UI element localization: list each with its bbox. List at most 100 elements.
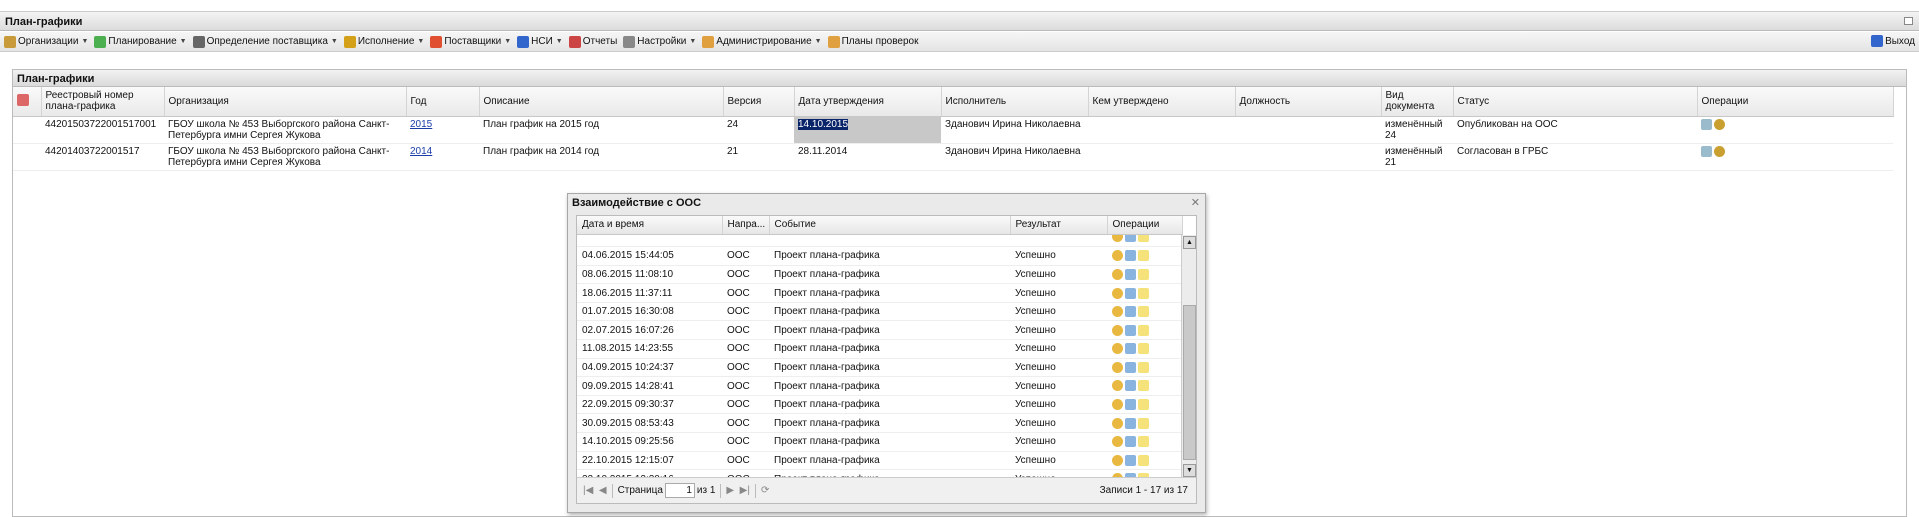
emblem-icon[interactable] <box>1714 145 1725 157</box>
package-icon[interactable] <box>1112 343 1123 355</box>
list-item[interactable]: 01.07.2015 16:30:08 ООС Проект плана-графи… <box>577 302 1182 322</box>
package-icon[interactable] <box>1112 287 1123 299</box>
notes-icon[interactable] <box>1138 436 1149 448</box>
notes-icon[interactable] <box>1138 454 1149 466</box>
package-icon[interactable] <box>1112 399 1123 411</box>
list-item[interactable]: 04.09.2015 10:24:37 ООС Проект плана-графи… <box>577 358 1182 378</box>
notes-icon[interactable] <box>1138 343 1149 355</box>
edit-document-icon[interactable] <box>1701 118 1712 130</box>
minimize-icon[interactable] <box>1904 17 1913 25</box>
edit-document-icon[interactable] <box>1125 417 1136 429</box>
menu-0[interactable]: Организации ▼ <box>4 35 88 48</box>
package-icon[interactable] <box>1112 454 1123 466</box>
menu-2[interactable]: Определение поставщика ▼ <box>192 35 338 48</box>
column-header[interactable]: Версия <box>723 87 795 117</box>
notes-icon[interactable] <box>1138 380 1149 392</box>
cell-date[interactable]: 14.10.2015 <box>798 118 849 130</box>
edit-document-icon[interactable] <box>1125 268 1136 280</box>
menu-5[interactable]: НСИ ▼ <box>517 35 563 48</box>
emblem-icon[interactable] <box>1714 118 1725 130</box>
package-icon[interactable] <box>1112 324 1123 336</box>
list-item[interactable]: 09.09.2015 14:28:41 ООС Проект плана-графи… <box>577 376 1182 396</box>
scroll-thumb[interactable] <box>1183 305 1196 460</box>
edit-document-icon[interactable] <box>1125 324 1136 336</box>
menu-1[interactable]: Планирование ▼ <box>94 35 187 48</box>
dialog-column-header[interactable]: Операции <box>1107 216 1183 235</box>
column-header[interactable]: Операции <box>1697 87 1894 117</box>
edit-document-icon[interactable] <box>1125 361 1136 373</box>
edit-document-icon[interactable] <box>1125 343 1136 355</box>
package-icon[interactable] <box>1112 306 1123 318</box>
notes-icon[interactable] <box>1138 361 1149 373</box>
menu-3[interactable]: Исполнение ▼ <box>343 35 424 48</box>
first-page-button[interactable]: |◀ <box>583 485 593 496</box>
column-header[interactable]: Статус <box>1453 87 1698 117</box>
column-header[interactable]: Исполнитель <box>941 87 1089 117</box>
table-row[interactable]: 44201403722001517 ГБОУ школа № 453 Выборг… <box>13 143 1893 171</box>
dialog-column-header[interactable]: Событие <box>769 216 1011 235</box>
last-page-button[interactable]: ▶| <box>740 485 750 496</box>
menu-4[interactable]: Поставщики ▼ <box>430 35 511 48</box>
close-icon[interactable]: ✕ <box>1191 196 1200 209</box>
notes-icon[interactable] <box>1138 417 1149 429</box>
dialog-column-header[interactable]: Напра... <box>722 216 770 235</box>
list-item[interactable]: 22.10.2015 12:15:07 ООС Проект плана-графи… <box>577 451 1182 471</box>
page-input[interactable] <box>664 483 695 498</box>
menu-7[interactable]: Настройки ▼ <box>623 35 696 48</box>
column-header[interactable]: Организация <box>164 87 407 117</box>
dialog-column-header[interactable]: Результат <box>1010 216 1108 235</box>
package-icon[interactable] <box>1112 436 1123 448</box>
list-item[interactable]: 30.09.2015 08:53:43 ООС Проект плана-графи… <box>577 413 1182 434</box>
list-item[interactable]: 11.08.2015 14:23:55 ООС Проект плана-графи… <box>577 339 1182 359</box>
refresh-icon[interactable]: ⟳ <box>761 485 769 496</box>
list-item[interactable]: 04.06.2015 15:44:05 ООС Проект плана-графи… <box>577 246 1182 266</box>
column-header[interactable]: Дата утверждения <box>794 87 942 117</box>
year-link[interactable]: 2015 <box>410 119 432 130</box>
package-icon[interactable] <box>1112 250 1123 262</box>
edit-document-icon[interactable] <box>1125 454 1136 466</box>
list-item[interactable]: 18.06.2015 11:37:11 ООС Проект плана-графи… <box>577 283 1182 303</box>
notes-icon[interactable] <box>1138 306 1149 318</box>
edit-document-icon[interactable] <box>1125 399 1136 411</box>
list-item[interactable] <box>577 235 1182 248</box>
year-link[interactable]: 2014 <box>410 146 432 157</box>
scroll-up-button[interactable]: ▲ <box>1183 236 1196 249</box>
dialog-column-header[interactable]: Дата и время <box>577 216 723 235</box>
edit-document-icon[interactable] <box>1125 380 1136 392</box>
package-icon[interactable] <box>1112 417 1123 429</box>
edit-document-icon[interactable] <box>1125 235 1136 243</box>
notes-icon[interactable] <box>1138 250 1149 262</box>
column-header[interactable]: Описание <box>479 87 724 117</box>
list-item[interactable]: 22.09.2015 09:30:37 ООС Проект плана-графи… <box>577 395 1182 415</box>
package-icon[interactable] <box>1112 361 1123 373</box>
notes-icon[interactable] <box>1138 268 1149 280</box>
edit-document-icon[interactable] <box>1125 250 1136 262</box>
column-header[interactable]: Год <box>406 87 480 117</box>
edit-document-icon[interactable] <box>1125 306 1136 318</box>
prev-page-button[interactable]: ◀ <box>599 485 607 496</box>
column-header[interactable]: Реестровый номер плана-графика <box>41 87 165 117</box>
next-page-button[interactable]: ▶ <box>726 485 734 496</box>
column-header[interactable]: Вид документа <box>1381 87 1454 117</box>
notes-icon[interactable] <box>1138 399 1149 411</box>
notes-icon[interactable] <box>1138 235 1149 243</box>
list-item[interactable]: 02.07.2015 16:07:26 ООС Проект плана-графи… <box>577 320 1182 341</box>
list-item[interactable]: 08.06.2015 11:08:10 ООС Проект плана-графи… <box>577 265 1182 285</box>
menu-9[interactable]: Планы проверок <box>827 35 918 48</box>
column-header[interactable]: Должность <box>1235 87 1382 117</box>
notes-icon[interactable] <box>1138 287 1149 299</box>
column-header[interactable]: Кем утверждено <box>1088 87 1236 117</box>
notes-icon[interactable] <box>1138 324 1149 336</box>
package-icon[interactable] <box>1112 380 1123 392</box>
list-item[interactable]: 14.10.2015 09:25:56 ООС Проект плана-графи… <box>577 432 1182 452</box>
edit-document-icon[interactable] <box>1125 436 1136 448</box>
edit-document-icon[interactable] <box>1701 145 1712 157</box>
edit-document-icon[interactable] <box>1125 287 1136 299</box>
table-row[interactable]: 44201503722001517001 ГБОУ школа № 453 Выб… <box>13 116 1893 144</box>
package-icon[interactable] <box>1112 235 1123 243</box>
scrollbar[interactable]: ▲ ▼ <box>1181 235 1196 478</box>
scroll-down-button[interactable]: ▼ <box>1183 464 1196 477</box>
menu-8[interactable]: Администрирование ▼ <box>702 35 822 48</box>
package-icon[interactable] <box>1112 268 1123 280</box>
exit-button[interactable]: Выход <box>1871 35 1915 47</box>
